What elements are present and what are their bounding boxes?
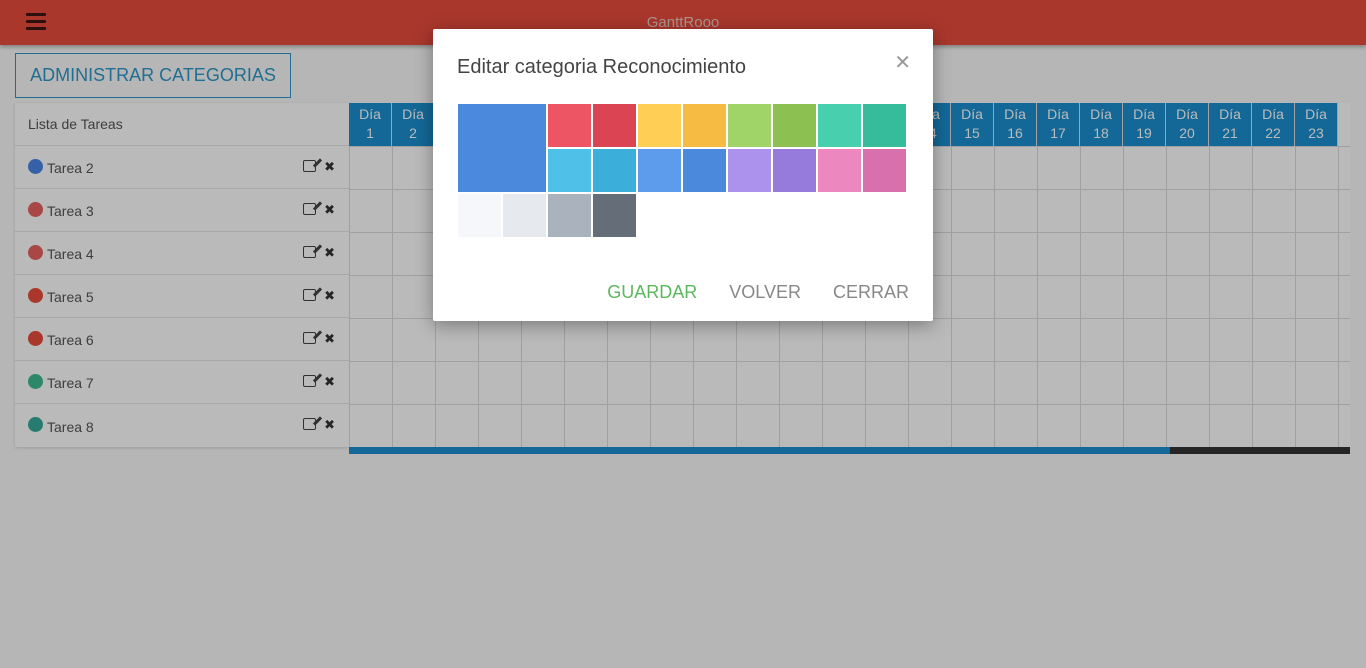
close-icon[interactable]: ✕: [894, 53, 911, 73]
back-button[interactable]: VOLVER: [729, 282, 801, 303]
modal-actions: GUARDAR VOLVER CERRAR: [607, 282, 909, 303]
color-swatch[interactable]: [593, 149, 636, 192]
color-swatch[interactable]: [728, 104, 771, 147]
color-swatch[interactable]: [773, 104, 816, 147]
color-swatch[interactable]: [728, 149, 771, 192]
selected-color-swatch[interactable]: [458, 104, 546, 192]
close-button[interactable]: CERRAR: [833, 282, 909, 303]
modal-title: Editar categoria Reconocimiento: [457, 56, 747, 78]
color-swatch[interactable]: [863, 149, 906, 192]
color-swatch[interactable]: [683, 149, 726, 192]
save-button[interactable]: GUARDAR: [607, 282, 697, 303]
color-swatch[interactable]: [683, 104, 726, 147]
edit-category-modal: Editar categoria Reconocimiento ✕ GUARDA…: [433, 29, 933, 321]
color-swatch[interactable]: [863, 104, 906, 147]
color-swatch[interactable]: [503, 194, 546, 237]
color-swatch[interactable]: [818, 104, 861, 147]
color-palette: [458, 104, 908, 239]
color-swatch[interactable]: [548, 104, 591, 147]
color-swatch[interactable]: [593, 194, 636, 237]
color-swatch[interactable]: [638, 104, 681, 147]
color-swatch[interactable]: [593, 104, 636, 147]
color-swatch[interactable]: [458, 194, 501, 237]
color-swatch[interactable]: [638, 149, 681, 192]
color-swatch[interactable]: [818, 149, 861, 192]
color-swatch[interactable]: [773, 149, 816, 192]
color-swatch[interactable]: [548, 194, 591, 237]
color-swatch[interactable]: [548, 149, 591, 192]
